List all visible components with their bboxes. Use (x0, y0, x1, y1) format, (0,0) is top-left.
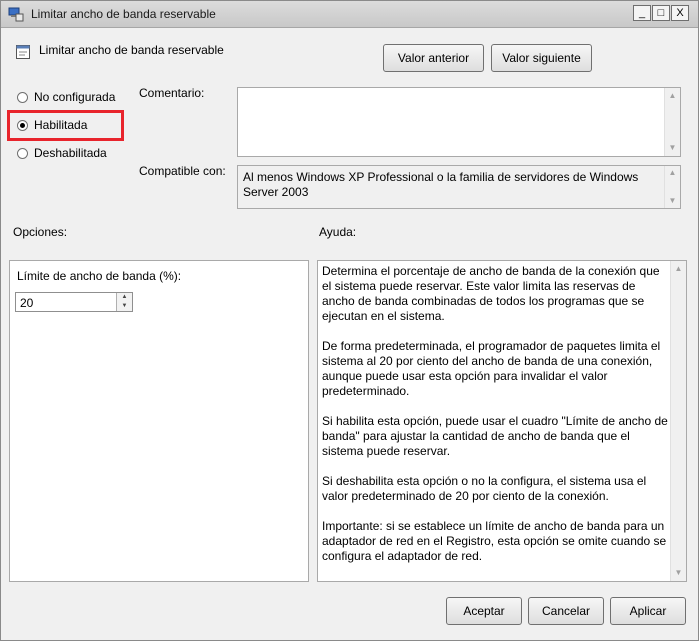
cancel-button[interactable]: Cancelar (528, 597, 604, 625)
compat-scrollbar[interactable]: ▲ ▼ (664, 166, 680, 208)
scroll-down-arrow-icon[interactable]: ▼ (665, 194, 680, 208)
bandwidth-limit-value[interactable]: 20 (20, 296, 33, 310)
policy-dialog-window: Limitar ancho de banda reservable _ □ X … (0, 0, 699, 641)
radio-circle (17, 148, 28, 159)
next-setting-button[interactable]: Valor siguiente (491, 44, 592, 72)
comment-label: Comentario: (139, 86, 205, 100)
bandwidth-limit-spinbox[interactable]: 20 ▲ ▼ (15, 292, 133, 312)
policy-setting-icon (15, 44, 31, 60)
maximize-button[interactable]: □ (652, 5, 670, 21)
scroll-up-arrow-icon[interactable]: ▲ (671, 261, 686, 277)
radio-label: No configurada (34, 90, 116, 104)
help-paragraph: Importante: si se establece un límite de… (322, 519, 667, 563)
bandwidth-limit-label: Límite de ancho de banda (%): (17, 269, 182, 283)
setting-title: Limitar ancho de banda reservable (39, 43, 224, 57)
spin-down-arrow-icon[interactable]: ▼ (117, 302, 132, 311)
title-bar[interactable]: Limitar ancho de banda reservable _ □ X (1, 1, 698, 28)
radio-circle (17, 92, 28, 103)
apply-button[interactable]: Aplicar (610, 597, 686, 625)
radio-disabled[interactable]: Deshabilitada (17, 146, 137, 162)
highlight-frame (7, 110, 124, 141)
radio-label: Deshabilitada (34, 146, 107, 160)
help-text: Determina el porcentaje de ancho de band… (322, 264, 668, 579)
network-policy-icon (8, 6, 24, 22)
compat-label: Compatible con: (139, 164, 226, 178)
comment-scrollbar[interactable]: ▲ ▼ (664, 88, 680, 156)
window-title: Limitar ancho de banda reservable (31, 7, 216, 21)
compat-field: Al menos Windows XP Professional o la fa… (237, 165, 681, 209)
help-paragraph: Si deshabilita esta opción o no la confi… (322, 474, 647, 503)
spin-buttons: ▲ ▼ (116, 293, 132, 311)
previous-setting-button[interactable]: Valor anterior (383, 44, 484, 72)
scroll-up-arrow-icon[interactable]: ▲ (665, 166, 680, 180)
scroll-down-arrow-icon[interactable]: ▼ (671, 565, 686, 581)
comment-textarea[interactable] (237, 87, 681, 157)
help-label: Ayuda: (319, 225, 357, 239)
help-paragraph: De forma predeterminada, el programador … (322, 339, 661, 398)
help-paragraph: Determina el porcentaje de ancho de band… (322, 264, 660, 323)
help-paragraph: Si habilita esta opción, puede usar el c… (322, 414, 668, 458)
close-button[interactable]: X (671, 5, 689, 21)
radio-not-configured[interactable]: No configurada (17, 90, 137, 106)
compat-value: Al menos Windows XP Professional o la fa… (243, 170, 639, 199)
ok-button[interactable]: Aceptar (446, 597, 522, 625)
minimize-button[interactable]: _ (633, 5, 651, 21)
help-scrollbar[interactable]: ▲ ▼ (670, 261, 686, 581)
scroll-down-arrow-icon[interactable]: ▼ (665, 140, 680, 156)
scroll-up-arrow-icon[interactable]: ▲ (665, 88, 680, 104)
help-panel: Determina el porcentaje de ancho de band… (317, 260, 687, 582)
options-label: Opciones: (13, 225, 68, 239)
